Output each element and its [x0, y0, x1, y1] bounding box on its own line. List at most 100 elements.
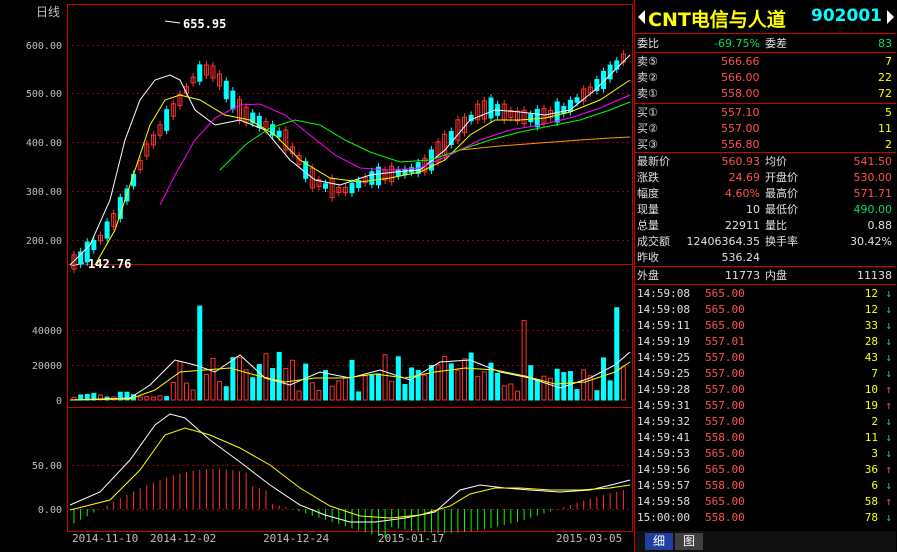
volume-bar — [508, 383, 514, 401]
volume-bar — [190, 389, 196, 401]
tick-row: 14:59:31 557.00 19 ↑ — [635, 397, 896, 414]
stat-value: 560.93 — [721, 155, 761, 168]
arrow-up-icon: ↑ — [885, 383, 892, 396]
price-axis-label-600: 600.00 — [26, 41, 62, 52]
tick-qty: 12 — [864, 303, 878, 316]
tick-qty: 3 — [871, 447, 878, 460]
period-label[interactable]: 日线 — [36, 5, 60, 19]
tick-price: 558.00 — [705, 479, 745, 492]
prev-stock-icon[interactable] — [638, 10, 645, 24]
quote-panel: CNT电信与人道 902001 委比 -69.75% 委差 83 卖⑤ 566.… — [634, 0, 897, 552]
high-price-marker: 655.95 — [183, 17, 226, 31]
tick-row: 14:59:53 565.00 3 ↓ — [635, 445, 896, 462]
date-label-2015-01-17: 2015-01-17 — [378, 532, 444, 545]
volume-bar — [554, 368, 560, 401]
next-stock-icon[interactable] — [887, 10, 894, 24]
tick-time: 14:59:41 — [637, 431, 690, 444]
volume-bar — [289, 359, 295, 401]
volume-bar — [541, 375, 547, 401]
volume-bar — [203, 373, 209, 401]
tick-price: 558.00 — [705, 511, 745, 524]
tick-row: 14:59:56 565.00 36 ↑ — [635, 461, 896, 478]
volume-bar — [137, 396, 143, 401]
price-axis-label-500: 500.00 — [26, 89, 62, 100]
candle-body — [223, 80, 229, 100]
arrow-down-icon: ↓ — [885, 511, 892, 524]
price-axis-label-400: 400.00 — [26, 138, 62, 149]
tick-time: 14:59:08 — [637, 303, 690, 316]
macd-dif-line — [69, 413, 631, 523]
tab-chart[interactable]: 图 — [675, 533, 704, 550]
stat-row: 总量 22911 量比 0.88 — [635, 217, 896, 234]
tick-time: 14:59:31 — [637, 399, 690, 412]
divider — [635, 33, 896, 34]
candle-body — [395, 169, 401, 177]
tick-price: 565.00 — [705, 287, 745, 300]
volume-bar — [250, 377, 256, 401]
tick-row: 14:59:58 565.00 58 ↑ — [635, 493, 896, 510]
volume-bar — [342, 377, 348, 401]
stat-value: 541.50 — [853, 155, 893, 168]
bid-qty: 2 — [885, 138, 892, 151]
tick-time: 14:59:25 — [637, 367, 690, 380]
volume-bar — [210, 357, 216, 401]
bid-row: 买① 557.10 5 — [635, 104, 896, 121]
volume-bar — [369, 374, 375, 401]
ask-label: 卖② — [637, 71, 658, 84]
volume-bar — [144, 396, 150, 401]
weibi-value: -69.75% — [714, 37, 760, 50]
tab-detail[interactable]: 细 — [645, 533, 674, 550]
tick-time: 14:59:28 — [637, 383, 690, 396]
volume-bar — [395, 356, 401, 401]
ask-row: 卖① 558.00 72 — [635, 85, 896, 102]
ask-label: 卖⑤ — [637, 55, 658, 68]
kline-chart[interactable]: 日线 600.00 500.00 400.00 300.00 200.00 40… — [0, 0, 634, 552]
volume-bar — [276, 351, 282, 401]
stat-row: 涨跌 24.69 开盘价 530.00 — [635, 169, 896, 186]
candle-body — [574, 97, 580, 103]
volume-axis-label-20000: 20000 — [32, 361, 62, 372]
volume-bar — [296, 390, 302, 401]
bid-label: 买③ — [637, 138, 658, 151]
volume-bar — [521, 320, 527, 401]
volume-bar — [614, 307, 620, 401]
stat-value: 12406364.35 — [686, 235, 760, 248]
stat-row: 幅度 4.60% 最高价 571.71 — [635, 185, 896, 202]
volume-axis-label-0: 0 — [56, 396, 62, 407]
volume-bar — [442, 356, 448, 401]
date-label-2014-12-02: 2014-12-02 — [150, 532, 216, 545]
tick-row: 14:59:08 565.00 12 ↓ — [635, 301, 896, 318]
ask-qty: 22 — [878, 71, 892, 84]
arrow-down-icon: ↓ — [885, 335, 892, 348]
arrow-up-icon: ↑ — [885, 495, 892, 508]
volume-bar — [607, 380, 613, 401]
tick-list[interactable]: 14:59:08 565.00 12 ↓ 14:59:08 565.00 12 ↓ 14:59:… — [635, 285, 896, 525]
volume-bar — [256, 364, 262, 401]
ask-row: 卖⑤ 566.66 7 — [635, 53, 896, 70]
date-label-2014-12-24: 2014-12-24 — [263, 532, 330, 545]
stat-value: 571.71 — [853, 187, 893, 200]
title-bar: CNT电信与人道 902001 — [635, 3, 896, 31]
tick-row: 14:59:57 558.00 6 ↓ — [635, 477, 896, 494]
tick-time: 14:59:08 — [637, 287, 690, 300]
volume-bar — [197, 305, 203, 401]
candle-body — [402, 168, 408, 176]
prev-close-row: 昨收 536.24 — [635, 249, 896, 266]
stat-row: 成交额 12406364.35 换手率 30.42% — [635, 233, 896, 250]
volume-axis-label-40000: 40000 — [32, 326, 62, 337]
tick-time: 14:59:19 — [637, 335, 690, 348]
outer-inner-row: 外盘 11773 内盘 11138 — [635, 267, 896, 284]
tick-price: 557.00 — [705, 383, 745, 396]
macd-axis-label-0: 0.00 — [38, 505, 62, 516]
price-axis-label-300: 300.00 — [26, 187, 62, 198]
volume-bar — [601, 357, 607, 401]
volume-bar — [362, 375, 368, 401]
volume-bar — [581, 369, 587, 401]
volume-bar — [243, 369, 249, 401]
tick-time: 14:59:11 — [637, 319, 690, 332]
volume-bar — [217, 380, 223, 401]
tick-time: 15:00:00 — [637, 511, 690, 524]
ask-price: 566.00 — [721, 71, 760, 84]
tick-qty: 78 — [864, 511, 878, 524]
tick-time: 14:59:32 — [637, 415, 690, 428]
